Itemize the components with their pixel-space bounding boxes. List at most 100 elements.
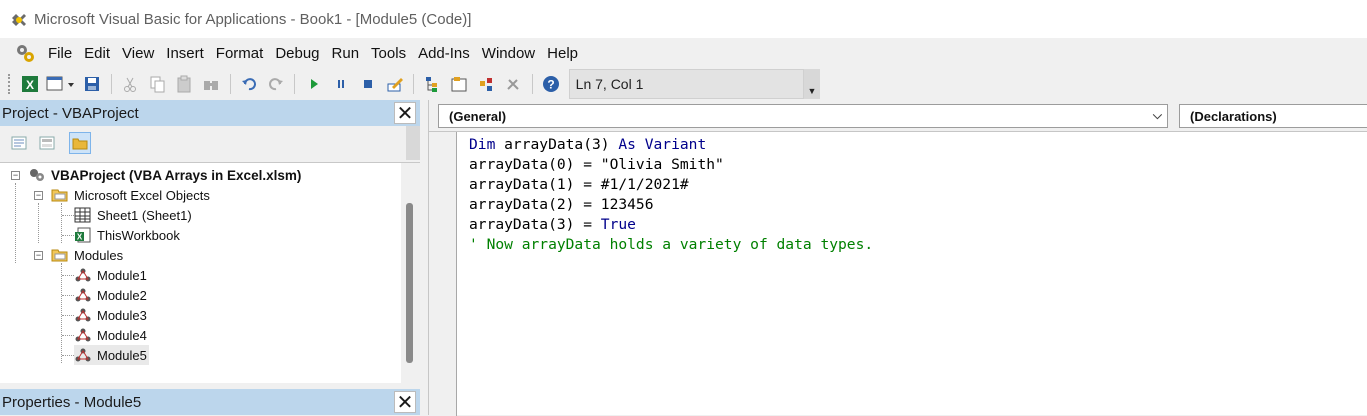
- worksheet-icon: [74, 207, 92, 223]
- tree-node-modules[interactable]: Modules: [51, 245, 123, 265]
- object-combo[interactable]: (General) ⌵: [438, 104, 1168, 128]
- code-line[interactable]: arrayData(3) = True: [469, 215, 873, 235]
- menu-edit[interactable]: Edit: [78, 45, 116, 62]
- menu-bar: File Edit View Insert Format Debug Run T…: [0, 38, 1367, 68]
- redo-icon[interactable]: [265, 73, 287, 95]
- tree-node-label: Module1: [97, 267, 147, 283]
- pane-splitter[interactable]: [420, 100, 428, 415]
- object-combo-value: (General): [449, 108, 507, 124]
- tree-node-module2[interactable]: Module2: [74, 285, 147, 305]
- tree-connector: [62, 335, 74, 336]
- excel-icon[interactable]: X: [20, 73, 42, 95]
- tree-node-module3[interactable]: Module3: [74, 305, 147, 325]
- tree-connector: [15, 183, 16, 263]
- tree-node-label: Modules: [74, 247, 124, 263]
- toolbar-options-dropdown[interactable]: ▼: [803, 69, 820, 99]
- view-object-icon[interactable]: [36, 132, 58, 154]
- code-line[interactable]: arrayData(0) = "Olivia Smith": [469, 155, 873, 175]
- keyword-token: As Variant: [618, 136, 707, 153]
- code-text[interactable]: Dim arrayData(3) As Variant arrayData(0)…: [469, 135, 873, 255]
- collapse-root-toggle[interactable]: −: [11, 171, 20, 180]
- code-line[interactable]: arrayData(1) = #1/1/2021#: [469, 175, 873, 195]
- reset-icon[interactable]: [357, 73, 379, 95]
- menu-tools[interactable]: Tools: [365, 45, 412, 62]
- tree-vertical-scrollbar[interactable]: [401, 163, 420, 384]
- insert-module-icon[interactable]: [46, 73, 76, 95]
- menu-help[interactable]: Help: [541, 45, 584, 62]
- tree-node-vbaproject[interactable]: VBAProject (VBA Arrays in Excel.xlsm): [28, 165, 301, 185]
- toggle-folders-icon[interactable]: [69, 132, 91, 154]
- save-icon[interactable]: [81, 73, 103, 95]
- project-pane-header: Project - VBAProject ✕: [0, 100, 420, 126]
- svg-text:?: ?: [548, 78, 555, 92]
- code-window: (General) ⌵ (Declarations) Dim arrayData…: [428, 100, 1367, 416]
- close-properties-pane-button[interactable]: ✕: [394, 391, 416, 414]
- tree-node-label: Module3: [97, 307, 147, 323]
- breakpoint-margin[interactable]: [429, 132, 457, 416]
- vba-gear-icon[interactable]: [14, 42, 36, 64]
- tree-connector: [62, 295, 74, 296]
- tree-node-excel-objects[interactable]: Microsoft Excel Objects: [51, 185, 210, 205]
- project-pane-title: Project - VBAProject: [2, 104, 139, 122]
- find-icon[interactable]: [200, 73, 222, 95]
- module-icon: [74, 307, 92, 323]
- object-browser-icon[interactable]: [475, 73, 497, 95]
- svg-text:X: X: [26, 78, 34, 92]
- comment-line[interactable]: ' Now arrayData holds a variety of data …: [469, 235, 873, 255]
- menu-run[interactable]: Run: [326, 45, 366, 62]
- code-line[interactable]: Dim arrayData(3) As Variant: [469, 135, 873, 155]
- vba-app-icon: [9, 9, 29, 29]
- module-icon: [74, 327, 92, 343]
- module-icon: [74, 267, 92, 283]
- code-token: arrayData(3) =: [469, 216, 601, 233]
- code-line[interactable]: arrayData(2) = 123456: [469, 195, 873, 215]
- tree-node-module1[interactable]: Module1: [74, 265, 147, 285]
- paste-icon[interactable]: [173, 73, 195, 95]
- toolbar-separator: [531, 74, 533, 94]
- toolbar-separator: [110, 74, 112, 94]
- toolbar-separator: [413, 74, 415, 94]
- menu-debug[interactable]: Debug: [269, 45, 325, 62]
- run-icon[interactable]: [303, 73, 325, 95]
- keyword-token: Dim: [469, 136, 496, 153]
- close-icon: ✕: [396, 102, 414, 125]
- project-toolbar-scroll[interactable]: [406, 126, 420, 160]
- toolbar-grip[interactable]: [8, 74, 11, 94]
- menu-insert[interactable]: Insert: [160, 45, 210, 62]
- menu-window[interactable]: Window: [476, 45, 541, 62]
- cut-icon[interactable]: [119, 73, 141, 95]
- close-project-pane-button[interactable]: ✕: [394, 102, 416, 125]
- tree-node-sheet1[interactable]: Sheet1 (Sheet1): [74, 205, 192, 225]
- undo-icon[interactable]: [238, 73, 260, 95]
- tree-node-label: Module2: [97, 287, 147, 303]
- tree-connector: [61, 203, 62, 243]
- menu-view[interactable]: View: [116, 45, 160, 62]
- collapse-excel-objects-toggle[interactable]: −: [34, 191, 43, 200]
- project-explorer-icon[interactable]: [422, 73, 444, 95]
- break-icon[interactable]: [330, 73, 352, 95]
- collapse-modules-toggle[interactable]: −: [34, 251, 43, 260]
- tree-node-module5[interactable]: Module5: [74, 345, 149, 365]
- scrollbar-thumb[interactable]: [406, 203, 413, 363]
- properties-pane-header: Properties - Module5 ✕: [0, 389, 420, 415]
- tree-connector: [62, 235, 74, 236]
- help-icon[interactable]: ?: [540, 73, 562, 95]
- procedure-combo[interactable]: (Declarations): [1179, 104, 1367, 128]
- properties-icon[interactable]: [448, 73, 470, 95]
- procedure-combo-value: (Declarations): [1190, 108, 1277, 124]
- tree-connector: [38, 203, 39, 243]
- design-mode-icon[interactable]: [384, 73, 406, 95]
- view-code-icon[interactable]: [8, 132, 30, 154]
- tree-connector: [62, 275, 74, 276]
- menu-add-ins[interactable]: Add-Ins: [412, 45, 476, 62]
- code-editor[interactable]: Dim arrayData(3) As Variant arrayData(0)…: [429, 131, 1367, 416]
- toolbox-icon[interactable]: [502, 73, 524, 95]
- tree-node-label: Microsoft Excel Objects: [74, 187, 210, 203]
- copy-icon[interactable]: [146, 73, 168, 95]
- vba-project-icon: [28, 167, 46, 183]
- menu-format[interactable]: Format: [210, 45, 270, 62]
- svg-text:X: X: [77, 233, 83, 242]
- menu-file[interactable]: File: [42, 45, 78, 62]
- tree-node-module4[interactable]: Module4: [74, 325, 147, 345]
- tree-node-thisworkbook[interactable]: X ThisWorkbook: [74, 225, 180, 245]
